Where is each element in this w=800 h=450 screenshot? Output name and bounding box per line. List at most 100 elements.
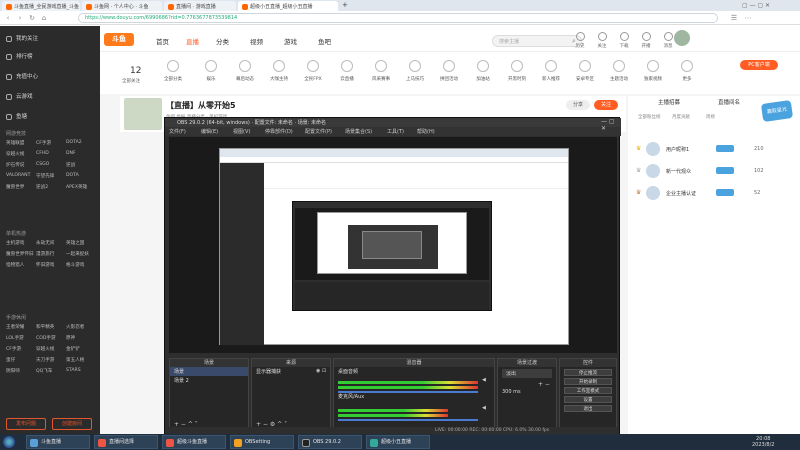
- taskbar-item[interactable]: 直播间选择: [94, 435, 158, 449]
- category-link[interactable]: 英雄联盟: [6, 140, 36, 146]
- obs-title-bar[interactable]: OBS 29.0.2 (64-bit, windows) · 配置文件: 未命名…: [165, 118, 621, 127]
- obs-menu-file[interactable]: 文件(F): [169, 128, 186, 135]
- forward-icon[interactable]: ›: [16, 14, 24, 22]
- category-link[interactable]: STARS: [66, 368, 96, 374]
- category-item[interactable]: 云直播: [332, 60, 362, 82]
- transition-select[interactable]: 淡出: [502, 369, 552, 378]
- create-room-button[interactable]: 创建房间: [52, 418, 92, 430]
- tab-weekly[interactable]: 周榜: [706, 114, 715, 120]
- menu-icon[interactable]: ⋯: [744, 14, 752, 22]
- streamer-avatar[interactable]: [124, 98, 162, 130]
- category-link[interactable]: 王者荣耀: [6, 324, 36, 330]
- category-item[interactable]: 娱乐: [196, 60, 226, 82]
- taskbar-item[interactable]: OBS 29.0.2: [298, 435, 362, 449]
- obs-menu-help[interactable]: 帮助(H): [417, 128, 435, 135]
- category-link[interactable]: 主机游戏: [6, 240, 36, 246]
- category-link[interactable]: 一起来捉妖: [66, 251, 96, 257]
- obs-menu-view[interactable]: 视图(V): [233, 128, 250, 135]
- nav-game[interactable]: 游戏: [284, 36, 297, 46]
- obs-menu-profile[interactable]: 配置文件(P): [305, 128, 332, 135]
- category-link[interactable]: DOTA2: [66, 140, 96, 146]
- category-link[interactable]: 金铲铲: [66, 346, 96, 352]
- obs-menu-docks[interactable]: 停靠部件(D): [265, 128, 293, 135]
- sidebar-item-follow[interactable]: 我的关注: [6, 34, 38, 42]
- tab-room-name[interactable]: 直播间名: [718, 98, 740, 106]
- obs-menu-scene-collection[interactable]: 场景集合(S): [345, 128, 372, 135]
- category-link[interactable]: 天刀手游: [36, 357, 66, 363]
- category-item[interactable]: 更多: [672, 60, 702, 82]
- sidebar-item-cloud-game[interactable]: 云游戏: [6, 92, 33, 100]
- browser-tab-active[interactable]: 超级小丑直播_超级小丑直播: [238, 1, 338, 11]
- volume-slider[interactable]: [338, 391, 478, 393]
- taskbar-clock[interactable]: 20:08 2023/8/2: [752, 436, 774, 448]
- follow-icon[interactable]: 关注: [592, 32, 612, 49]
- category-item[interactable]: 全部分类: [158, 60, 188, 82]
- category-link[interactable]: 阴阳师: [6, 368, 36, 374]
- category-link[interactable]: 怀旧游戏: [36, 262, 66, 268]
- category-item[interactable]: 拼团活动: [434, 60, 464, 82]
- category-link[interactable]: 魔兽世界怀旧: [6, 251, 36, 257]
- pc-client-badge[interactable]: PC客户端: [740, 60, 778, 70]
- category-link[interactable]: CSGO: [36, 162, 66, 168]
- eye-lock-icons[interactable]: ◉ ⊡: [316, 368, 326, 374]
- tab-monthly[interactable]: 月度贡献: [672, 114, 690, 120]
- category-link[interactable]: APEX英雄: [66, 184, 96, 190]
- obs-menu-tools[interactable]: 工具(T): [387, 128, 404, 135]
- douyu-logo[interactable]: 斗鱼: [104, 33, 134, 46]
- obs-window[interactable]: OBS 29.0.2 (64-bit, windows) · 配置文件: 未命名…: [164, 117, 621, 435]
- new-tab-button[interactable]: +: [340, 1, 350, 11]
- category-link[interactable]: 漫游旅行: [36, 251, 66, 257]
- speaker-icon[interactable]: ◀: [482, 377, 486, 383]
- sidebar-item-recharge[interactable]: 充值中心: [6, 72, 38, 80]
- category-item[interactable]: 风采赛事: [366, 60, 396, 82]
- promo-badge[interactable]: 赢取星光: [760, 99, 794, 123]
- rank-row[interactable]: ♛ 企业主播认证 52: [636, 186, 786, 200]
- tab-fans[interactable]: 全部粉丝榜: [638, 114, 661, 120]
- taskbar-item[interactable]: 超级小丑直播: [366, 435, 430, 449]
- sidebar-item-ranking[interactable]: 排行榜: [6, 52, 33, 60]
- home-icon[interactable]: ⌂: [40, 14, 48, 22]
- add-remove-icons[interactable]: + −: [538, 381, 550, 388]
- category-link[interactable]: 逆战2: [36, 184, 66, 190]
- category-link[interactable]: 魔兽世界: [6, 184, 36, 190]
- category-link[interactable]: LOL手游: [6, 335, 36, 341]
- category-link[interactable]: 炉石传说: [6, 162, 36, 168]
- category-link[interactable]: DNF: [66, 151, 96, 157]
- taskbar-item[interactable]: 斗鱼直播: [26, 435, 90, 449]
- category-item[interactable]: 大咖主持: [264, 60, 294, 82]
- category-item[interactable]: 幕后动态: [230, 60, 260, 82]
- taskbar-item[interactable]: OBSetting: [230, 435, 294, 449]
- nav-category[interactable]: 分类: [216, 36, 229, 46]
- browser-tab[interactable]: 直播间 · 游戏直播: [164, 1, 236, 11]
- user-avatar[interactable]: [674, 30, 690, 46]
- category-link[interactable]: 永劫无间: [36, 240, 66, 246]
- taskbar-item[interactable]: 超级斗鱼直播: [162, 435, 226, 449]
- category-link[interactable]: 穿越火线: [36, 346, 66, 352]
- category-link[interactable]: CF手游: [36, 140, 66, 146]
- category-item[interactable]: 全民FPX: [298, 60, 328, 82]
- obs-preview[interactable]: [169, 137, 617, 353]
- category-item[interactable]: 加油站: [468, 60, 498, 82]
- category-link[interactable]: VALORANT: [6, 173, 36, 179]
- category-link[interactable]: CFHD: [36, 151, 66, 157]
- transition-duration[interactable]: 300 ms: [498, 388, 556, 396]
- exit-button[interactable]: 退出: [564, 405, 612, 412]
- follow-button[interactable]: 关注: [594, 100, 618, 110]
- browser-tab[interactable]: 斗鱼直播_全民游戏直播_斗鱼: [2, 1, 80, 11]
- download-icon[interactable]: 下载: [614, 32, 634, 49]
- publish-question-button[interactable]: 发布问题: [6, 418, 46, 430]
- speaker-icon[interactable]: ◀: [482, 405, 486, 411]
- category-link[interactable]: 逆战: [66, 162, 96, 168]
- category-item[interactable]: 安卓专区: [570, 60, 600, 82]
- category-link[interactable]: 火影忍者: [66, 324, 96, 330]
- back-icon[interactable]: ‹: [4, 14, 12, 22]
- category-link[interactable]: 格斗游戏: [66, 262, 96, 268]
- category-link[interactable]: 第五人格: [66, 357, 96, 363]
- browser-tab[interactable]: 斗鱼网 · 个人中心 · 斗鱼: [82, 1, 162, 11]
- rank-row[interactable]: ♛ 用户昵称1 210: [636, 142, 786, 156]
- url-input[interactable]: https://www.douyu.com/6990686?rid=0.7763…: [78, 13, 718, 23]
- category-link[interactable]: DOTA: [66, 173, 96, 179]
- window-controls[interactable]: ▢ — ▢ ✕: [742, 2, 770, 9]
- category-link[interactable]: 守望先锋: [36, 173, 66, 179]
- scene-item[interactable]: 场景: [170, 367, 248, 376]
